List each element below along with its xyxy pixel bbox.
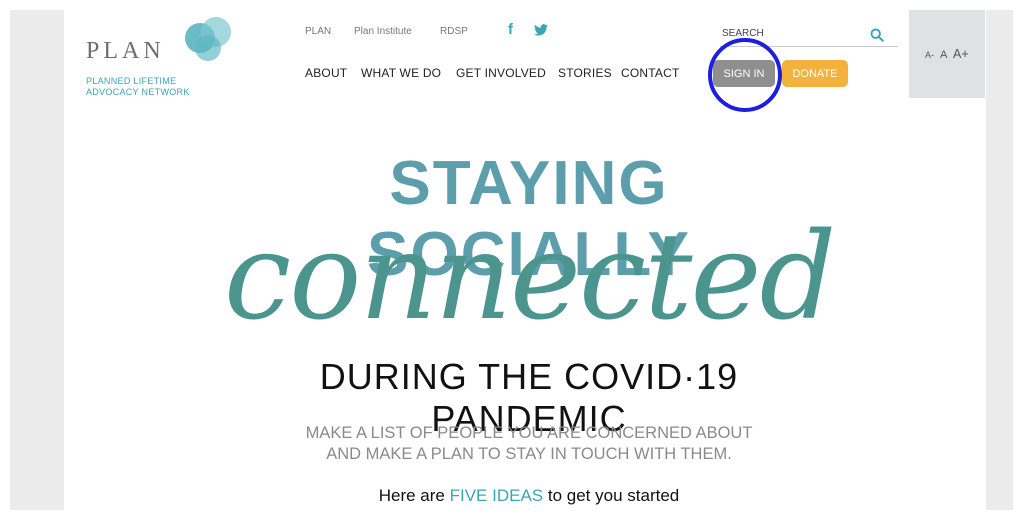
hero-script-word: connected: [224, 208, 836, 347]
intro-text: Here are FIVE IDEAS to get you started: [224, 486, 834, 506]
nav-about[interactable]: ABOUT: [305, 66, 347, 80]
nav-contact[interactable]: CONTACT: [621, 66, 680, 80]
text-size-panel: A- A A+: [909, 10, 985, 98]
five-ideas-link[interactable]: FIVE IDEAS: [450, 486, 544, 505]
logo-circles-icon: [185, 17, 231, 61]
logo-subtitle: PLANNED LIFETIME ADVOCACY NETWORK: [86, 76, 190, 98]
text-size-small[interactable]: A-: [925, 50, 934, 60]
logo-subtitle-line2: ADVOCACY NETWORK: [86, 87, 190, 97]
logo-wordmark: PLAN: [86, 38, 165, 64]
nav-get-involved[interactable]: GET INVOLVED: [456, 66, 546, 80]
intro-after: to get you started: [547, 486, 680, 505]
highlight-circle: [708, 38, 782, 112]
text-size-normal[interactable]: A: [940, 49, 947, 61]
util-link-plan-institute[interactable]: Plan Institute: [354, 26, 412, 37]
intro-before: Here are: [378, 486, 445, 505]
twitter-icon[interactable]: [534, 23, 548, 40]
search-icon[interactable]: [870, 28, 884, 42]
tagline-line1: MAKE A LIST OF PEOPLE YOU ARE CONCERNED …: [305, 424, 753, 442]
nav-what-we-do[interactable]: WHAT WE DO: [361, 66, 441, 80]
util-link-plan[interactable]: PLAN: [305, 26, 331, 37]
util-link-rdsp[interactable]: RDSP: [440, 26, 468, 37]
donate-button[interactable]: DONATE: [782, 60, 848, 87]
tagline: MAKE A LIST OF PEOPLE YOU ARE CONCERNED …: [224, 423, 834, 465]
page-content: PLAN PLANNED LIFETIME ADVOCACY NETWORK P…: [64, 10, 986, 514]
nav-stories[interactable]: STORIES: [558, 66, 612, 80]
tagline-line2: AND MAKE A PLAN TO STAY IN TOUCH WITH TH…: [326, 445, 732, 463]
facebook-icon[interactable]: f: [508, 21, 513, 38]
plan-logo[interactable]: PLAN PLANNED LIFETIME ADVOCACY NETWORK: [86, 16, 246, 98]
text-size-large[interactable]: A+: [953, 47, 969, 61]
logo-subtitle-line1: PLANNED LIFETIME: [86, 76, 177, 86]
